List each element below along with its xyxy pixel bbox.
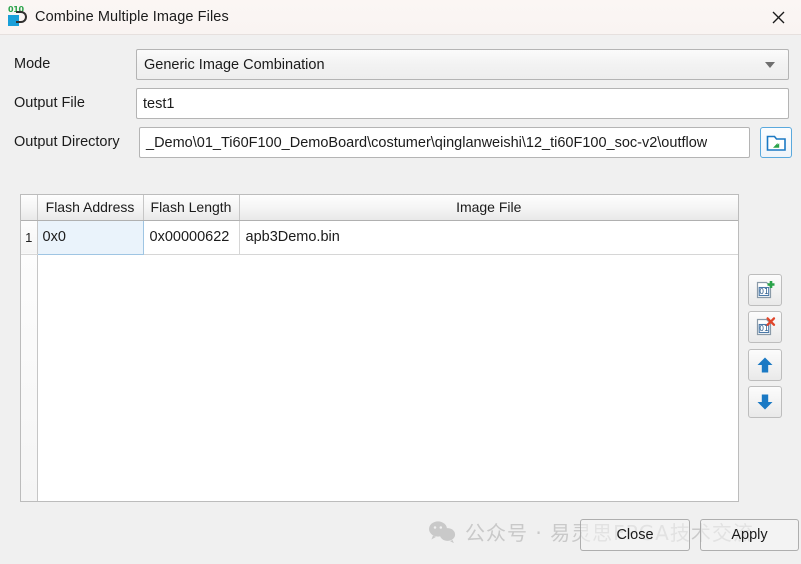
apply-button[interactable]: Apply xyxy=(700,519,799,551)
chevron-down-icon xyxy=(765,62,775,68)
table-row[interactable]: 1 0x0 0x00000622 apb3Demo.bin xyxy=(21,220,738,254)
cell-image-file[interactable]: apb3Demo.bin xyxy=(239,220,738,254)
column-header-flash-length[interactable]: Flash Length xyxy=(143,195,239,220)
binary-link-icon: 010 xyxy=(7,6,31,28)
cell-flash-length[interactable]: 0x00000622 xyxy=(143,220,239,254)
svg-text:01: 01 xyxy=(759,287,769,296)
arrow-down-icon xyxy=(755,392,775,412)
output-file-input[interactable]: test1 xyxy=(136,88,789,119)
mode-label: Mode xyxy=(14,56,50,72)
column-header-flash-address[interactable]: Flash Address xyxy=(37,195,143,220)
output-file-label: Output File xyxy=(14,95,85,111)
table-toolbar: 01 01 xyxy=(748,274,782,423)
folder-open-icon xyxy=(766,133,787,152)
window-title: Combine Multiple Image Files xyxy=(35,9,229,25)
wechat-icon xyxy=(428,520,456,543)
browse-directory-button[interactable] xyxy=(760,127,792,158)
add-image-button[interactable]: 01 xyxy=(748,274,782,306)
mode-value: Generic Image Combination xyxy=(137,57,325,73)
column-header-image-file[interactable]: Image File xyxy=(239,195,738,220)
output-directory-input[interactable]: _Demo\01_Ti60F100_DemoBoard\costumer\qin… xyxy=(139,127,750,158)
file-remove-icon: 01 xyxy=(754,316,776,338)
table-header-row: Flash Address Flash Length Image File xyxy=(21,195,738,220)
mode-dropdown[interactable]: Generic Image Combination xyxy=(136,49,789,80)
row-number: 1 xyxy=(21,220,37,254)
titlebar: 010 Combine Multiple Image Files xyxy=(0,0,801,35)
table-empty-area xyxy=(21,254,738,502)
image-files-table: Flash Address Flash Length Image File 1 … xyxy=(20,194,739,502)
move-down-button[interactable] xyxy=(748,386,782,418)
output-directory-label: Output Directory xyxy=(14,134,120,150)
cell-flash-address[interactable]: 0x0 xyxy=(37,220,143,254)
empty-cells xyxy=(37,254,738,502)
file-add-icon: 01 xyxy=(754,279,776,301)
arrow-up-icon xyxy=(755,355,775,375)
output-directory-value: _Demo\01_Ti60F100_DemoBoard\costumer\qin… xyxy=(140,135,707,151)
output-file-value: test1 xyxy=(137,96,174,112)
combine-image-files-dialog: 010 Combine Multiple Image Files Mode Ge… xyxy=(0,0,801,564)
close-window-button[interactable] xyxy=(755,0,801,34)
close-icon xyxy=(772,11,785,24)
move-up-button[interactable] xyxy=(748,349,782,381)
table-corner-header xyxy=(21,195,37,220)
empty-rownum-gutter xyxy=(21,254,37,502)
remove-image-button[interactable]: 01 xyxy=(748,311,782,343)
close-button[interactable]: Close xyxy=(580,519,690,551)
